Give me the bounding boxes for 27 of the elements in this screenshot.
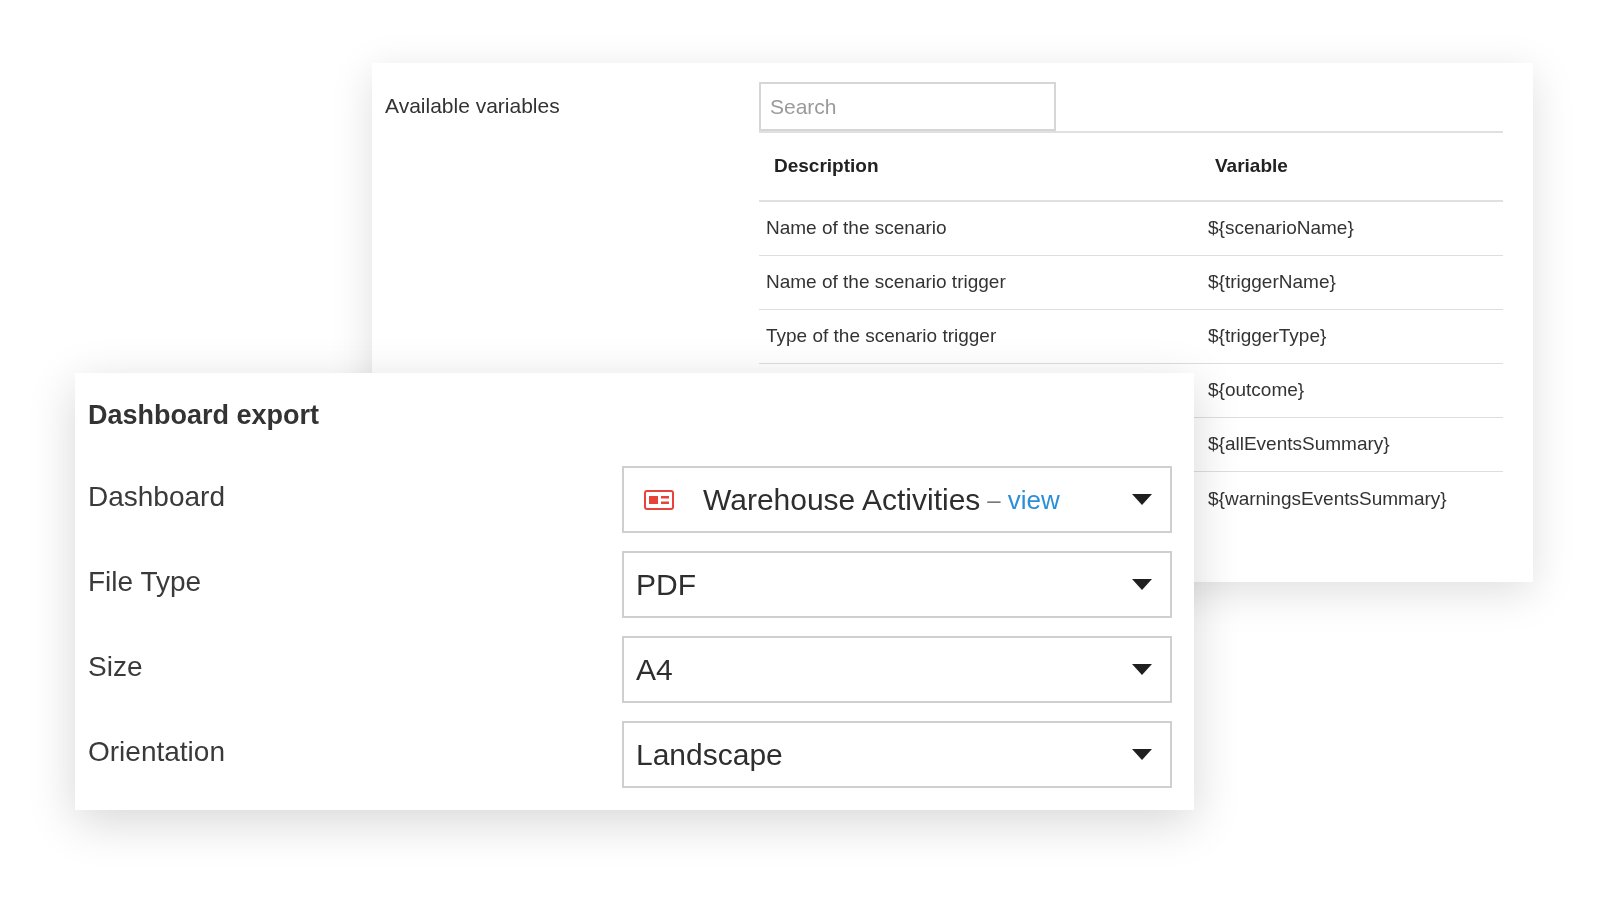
table-cell: ${scenarioName}	[1208, 217, 1354, 239]
section-title: Dashboard export	[88, 399, 320, 432]
field-label: Size	[88, 650, 143, 682]
caret-icon	[1132, 494, 1152, 505]
table-cell: ${warningsEventsSummary}	[1208, 487, 1447, 509]
column-header: Description	[774, 155, 879, 177]
table-cell: Name of the scenario	[766, 217, 947, 239]
dropdown-field[interactable]: A4	[622, 636, 1172, 703]
table-cell: ${triggerName}	[1208, 271, 1336, 293]
field-label: Dashboard	[88, 480, 225, 512]
table-cell: ${triggerType}	[1208, 325, 1327, 347]
layout-icon	[644, 489, 674, 510]
caret-icon	[1132, 749, 1152, 760]
search-field[interactable]: Search	[759, 82, 1056, 131]
table-cell: ${allEventsSummary}	[1208, 433, 1390, 455]
table-cell: Type of the scenario trigger	[766, 325, 997, 347]
dropdown-field[interactable]: Warehouse Activities – view	[622, 466, 1172, 533]
caret-icon	[1132, 579, 1152, 590]
dropdown-field[interactable]: PDF	[622, 551, 1172, 618]
dropdown-field[interactable]: Landscape	[622, 721, 1172, 788]
panel-title: Available variables	[385, 93, 560, 119]
table-cell: ${outcome}	[1208, 379, 1305, 401]
caret-icon	[1132, 664, 1152, 675]
column-header: Variable	[1215, 155, 1288, 177]
field-label: Orientation	[88, 735, 225, 767]
field-label: File Type	[88, 565, 202, 597]
table-cell: Name of the scenario trigger	[766, 271, 1006, 293]
